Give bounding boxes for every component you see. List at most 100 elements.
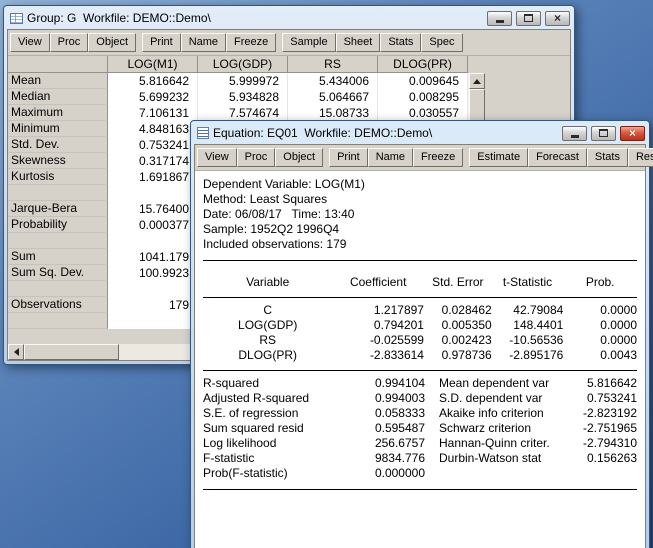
toolbar-button[interactable]: Print	[142, 33, 181, 52]
grid-cell[interactable]: 0.008295	[378, 89, 468, 105]
grid-cell[interactable]: 5.699232	[108, 89, 198, 105]
coef-coefficient: -0.025599	[332, 333, 424, 348]
minimize-button[interactable]	[487, 11, 512, 26]
toolbar-button[interactable]: Sample	[282, 33, 335, 52]
grid-cell[interactable]: 7.574674	[198, 105, 288, 121]
group-icon[interactable]	[10, 13, 23, 24]
horizontal-scroll-thumb[interactable]	[24, 344, 119, 360]
grid-column-header[interactable]: RS	[288, 56, 378, 73]
grid-row-label	[8, 281, 108, 297]
summary-left-label: F-statistic	[203, 451, 343, 466]
grid-row: Mean 5.816642 5.999972 5.434006 0.009645	[8, 73, 484, 89]
toolbar-button[interactable]: Resids	[628, 148, 653, 167]
coef-header-prob: Prob.	[563, 275, 637, 290]
toolbar-button[interactable]: Name	[368, 148, 413, 167]
grid-cell[interactable]	[108, 185, 198, 201]
maximize-button[interactable]	[516, 11, 541, 26]
grid-cell[interactable]: 0.009645	[378, 73, 468, 89]
grid-cell[interactable]: 0.753241	[108, 137, 198, 153]
toolbar-button[interactable]: Object	[88, 33, 136, 52]
grid-cell[interactable]: 5.064667	[288, 89, 378, 105]
coef-header-std-error: Std. Error	[424, 275, 492, 290]
grid-cell[interactable]: 4.848163	[108, 121, 198, 137]
grid-cell[interactable]: 5.816642	[108, 73, 198, 89]
scroll-left-button[interactable]	[8, 344, 24, 360]
triangle-up-icon	[473, 79, 481, 84]
grid-column-header[interactable]: LOG(M1)	[108, 56, 198, 73]
summary-right-label: Hannan-Quinn criter.	[425, 436, 553, 451]
grid-cell[interactable]: 1041.179	[108, 249, 198, 265]
grid-cell[interactable]: 179	[108, 297, 198, 313]
grid-header-row: LOG(M1)LOG(GDP)RSDLOG(PR)	[8, 56, 484, 73]
toolbar-button[interactable]: Proc	[50, 33, 89, 52]
close-icon: ×	[629, 127, 636, 139]
coef-coefficient: 0.794201	[332, 318, 424, 333]
grid-column-header[interactable]: DLOG(PR)	[378, 56, 468, 73]
group-window-titlebar[interactable]: Group: G Workfile: DEMO::Demo\ ×	[7, 9, 571, 29]
grid-row-label: Sum Sq. Dev.	[8, 265, 108, 281]
toolbar-button[interactable]: View	[197, 148, 237, 167]
toolbar-button[interactable]: Estimate	[469, 148, 528, 167]
summary-right-value: -2.823192	[553, 406, 637, 421]
summary-stat-row: Adjusted R-squared 0.994003 S.D. depende…	[203, 391, 637, 406]
summary-right-value	[553, 466, 637, 481]
regression-info-line: Method: Least Squares	[203, 192, 637, 207]
toolbar-button[interactable]: Object	[275, 148, 323, 167]
toolbar-button[interactable]: Stats	[587, 148, 628, 167]
summary-left-value: 0.000000	[343, 466, 425, 481]
scroll-up-button[interactable]	[469, 73, 485, 89]
toolbar-button[interactable]: Sheet	[336, 33, 381, 52]
regression-info-line: Included observations: 179	[203, 237, 637, 252]
grid-cell[interactable]: 5.934828	[198, 89, 288, 105]
grid-cell[interactable]: 15.76400	[108, 201, 198, 217]
maximize-button[interactable]	[591, 126, 616, 141]
grid-cell[interactable]: 0.317174	[108, 153, 198, 169]
toolbar-button[interactable]: View	[10, 33, 50, 52]
grid-row-label	[8, 233, 108, 249]
toolbar-button[interactable]: Forecast	[528, 148, 587, 167]
summary-right-value: 5.816642	[553, 376, 637, 391]
grid-cell[interactable]: 5.434006	[288, 73, 378, 89]
coef-header-coefficient: Coefficient	[332, 275, 424, 290]
grid-column-header[interactable]: LOG(GDP)	[198, 56, 288, 73]
coef-table-row: RS -0.025599 0.002423 -10.56536 0.0000	[203, 333, 637, 348]
toolbar-button[interactable]: Print	[329, 148, 368, 167]
grid-cell[interactable]: 0.030557	[378, 105, 468, 121]
equation-window-title: Equation: EQ01 Workfile: DEMO::Demo\	[213, 126, 558, 140]
coef-std-error: 0.978736	[424, 348, 492, 363]
grid-cell[interactable]: 15.08733	[288, 105, 378, 121]
grid-cell[interactable]: 5.999972	[198, 73, 288, 89]
grid-cell[interactable]: 0.000377	[108, 217, 198, 233]
toolbar-button[interactable]: Stats	[380, 33, 421, 52]
close-button[interactable]: ×	[620, 126, 645, 141]
grid-cell[interactable]	[108, 233, 198, 249]
toolbar-button[interactable]: Spec	[421, 33, 462, 52]
grid-row-label	[8, 313, 108, 329]
equation-icon[interactable]	[197, 127, 209, 139]
toolbar-button[interactable]: Proc	[237, 148, 276, 167]
summary-left-value: 9834.776	[343, 451, 425, 466]
grid-row-label: Kurtosis	[8, 169, 108, 185]
summary-left-label: R-squared	[203, 376, 343, 391]
grid-row-label: Std. Dev.	[8, 137, 108, 153]
grid-cell[interactable]	[108, 313, 198, 329]
minimize-button[interactable]	[562, 126, 587, 141]
summary-left-value: 0.595487	[343, 421, 425, 436]
toolbar-button[interactable]: Freeze	[413, 148, 463, 167]
grid-cell[interactable]: 7.106131	[108, 105, 198, 121]
close-icon: ×	[554, 12, 561, 24]
coef-coefficient: -2.833614	[332, 348, 424, 363]
coef-t-statistic: 148.4401	[492, 318, 564, 333]
minimize-icon	[571, 135, 579, 138]
summary-right-label: S.D. dependent var	[425, 391, 553, 406]
grid-cell[interactable]: 1.691867	[108, 169, 198, 185]
grid-cell[interactable]	[108, 281, 198, 297]
equation-window-titlebar[interactable]: Equation: EQ01 Workfile: DEMO::Demo\ ×	[194, 124, 646, 144]
grid-cell[interactable]: 100.9923	[108, 265, 198, 281]
summary-right-label: Akaike info criterion	[425, 406, 553, 421]
close-button[interactable]: ×	[545, 11, 570, 26]
equation-toolbar: ViewProcObject PrintNameFreeze EstimateF…	[195, 145, 645, 171]
toolbar-button[interactable]: Name	[181, 33, 226, 52]
toolbar-button[interactable]: Freeze	[226, 33, 276, 52]
coef-t-statistic: 42.79084	[492, 303, 564, 318]
